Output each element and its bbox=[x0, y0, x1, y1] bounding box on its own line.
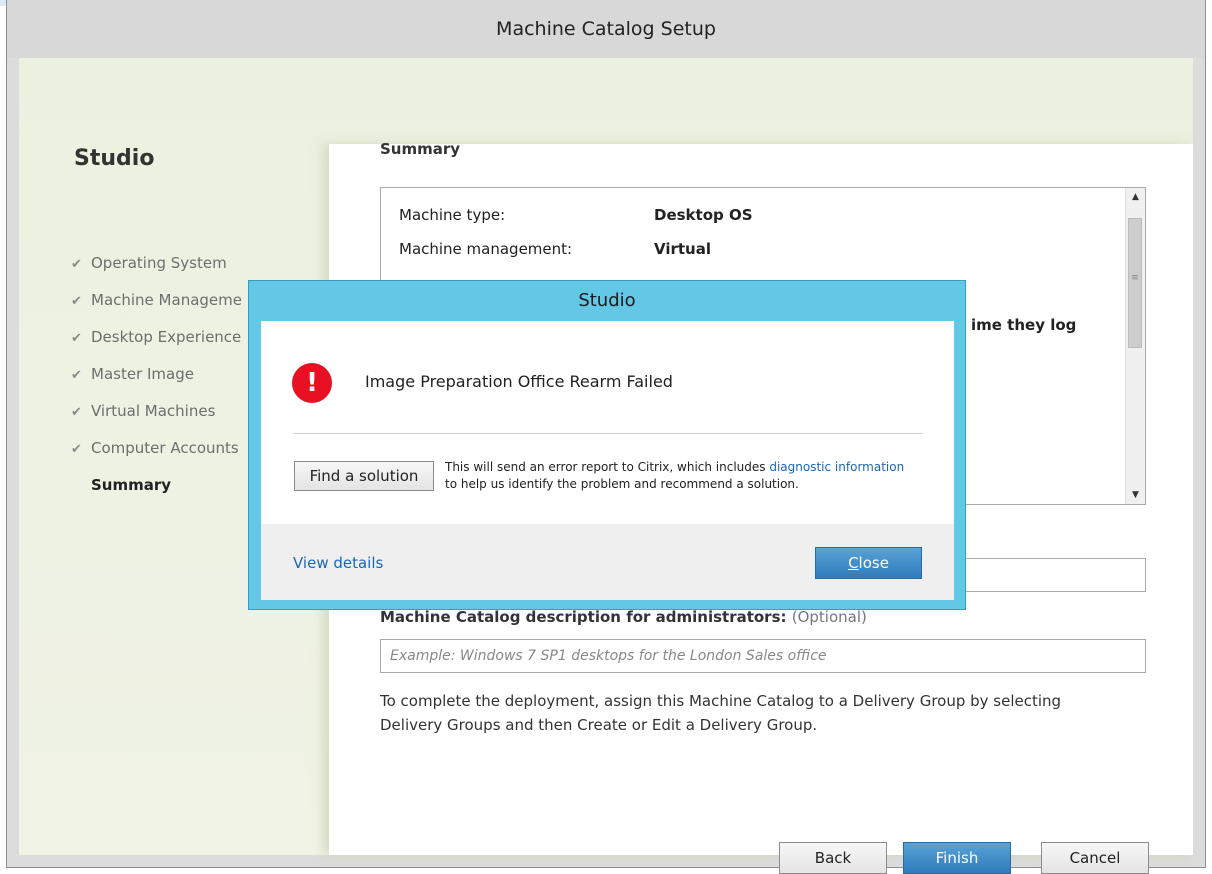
finish-button[interactable]: Finish bbox=[903, 842, 1011, 874]
find-solution-button[interactable]: Find a solution bbox=[294, 461, 434, 491]
summary-heading: Summary bbox=[380, 140, 461, 158]
summary-row-machine-management: Machine management: Virtual bbox=[399, 240, 711, 258]
step-virtual-machines[interactable]: ✔ Virtual Machines bbox=[71, 402, 242, 439]
step-label: Computer Accounts bbox=[91, 439, 239, 457]
summary-key: Machine management: bbox=[399, 240, 573, 258]
sidebar-title: Studio bbox=[74, 146, 155, 171]
check-icon: ✔ bbox=[71, 405, 82, 420]
close-label-rest: lose bbox=[858, 554, 889, 572]
close-access-key: C bbox=[848, 554, 859, 572]
check-icon: ✔ bbox=[71, 294, 82, 309]
step-label: Desktop Experience bbox=[91, 328, 242, 346]
report-text-line2: to help us identify the problem and reco… bbox=[445, 477, 799, 491]
step-desktop-experience[interactable]: ✔ Desktop Experience bbox=[71, 328, 242, 365]
step-label: Master Image bbox=[91, 365, 194, 383]
error-message: Image Preparation Office Rearm Failed bbox=[365, 372, 673, 391]
error-icon: ! bbox=[292, 363, 332, 403]
summary-row-machine-type: Machine type: Desktop OS bbox=[399, 206, 753, 224]
summary-key: Machine type: bbox=[399, 206, 506, 224]
wizard-steps: ✔ Operating System ✔ Machine Manageme ✔ Des… bbox=[71, 254, 242, 513]
step-machine-management[interactable]: ✔ Machine Manageme bbox=[71, 291, 242, 328]
view-details-link[interactable]: View details bbox=[293, 554, 383, 572]
description-label-text: Machine Catalog description for administ… bbox=[380, 608, 787, 626]
scroll-up-icon[interactable]: ▲ bbox=[1126, 188, 1145, 206]
error-report-text: This will send an error report to Citrix… bbox=[445, 459, 904, 493]
description-input[interactable] bbox=[380, 639, 1146, 673]
report-text-line1: This will send an error report to Citrix… bbox=[445, 460, 766, 474]
dialog-footer: View details Close bbox=[261, 524, 954, 600]
check-icon: ✔ bbox=[71, 257, 82, 272]
error-dialog: Studio ! Image Preparation Office Rearm … bbox=[248, 280, 966, 610]
step-label: Summary bbox=[91, 476, 172, 494]
summary-scrollbar[interactable]: ▲ ≡ ▼ bbox=[1125, 188, 1145, 504]
cancel-button[interactable]: Cancel bbox=[1041, 842, 1149, 874]
check-icon: ✔ bbox=[71, 368, 82, 383]
dialog-title: Studio bbox=[578, 290, 636, 311]
back-button[interactable]: Back bbox=[779, 842, 887, 874]
optional-label: (Optional) bbox=[791, 608, 867, 626]
scroll-down-icon[interactable]: ▼ bbox=[1126, 486, 1145, 504]
summary-value: Virtual bbox=[654, 240, 711, 258]
dialog-body: ! Image Preparation Office Rearm Failed … bbox=[261, 321, 954, 524]
scrollbar-thumb[interactable]: ≡ bbox=[1128, 218, 1142, 348]
step-label: Virtual Machines bbox=[91, 402, 216, 420]
close-button[interactable]: Close bbox=[815, 547, 922, 579]
dialog-divider bbox=[293, 433, 923, 434]
grip-icon: ≡ bbox=[1131, 273, 1139, 283]
check-icon: ✔ bbox=[71, 442, 82, 457]
summary-partial-text: ime they log bbox=[971, 316, 1077, 334]
description-label: Machine Catalog description for administ… bbox=[380, 608, 867, 626]
step-operating-system[interactable]: ✔ Operating System bbox=[71, 254, 242, 291]
step-summary[interactable]: Summary bbox=[71, 476, 242, 513]
deployment-help-text: To complete the deployment, assign this … bbox=[380, 692, 1062, 734]
summary-value: Desktop OS bbox=[654, 206, 753, 224]
diagnostic-information-link[interactable]: diagnostic information bbox=[769, 460, 904, 474]
window-title: Machine Catalog Setup bbox=[7, 0, 1205, 58]
step-label: Operating System bbox=[91, 254, 227, 272]
step-master-image[interactable]: ✔ Master Image bbox=[71, 365, 242, 402]
step-computer-accounts[interactable]: ✔ Computer Accounts bbox=[71, 439, 242, 476]
step-label: Machine Manageme bbox=[91, 291, 242, 309]
check-icon: ✔ bbox=[71, 331, 82, 346]
